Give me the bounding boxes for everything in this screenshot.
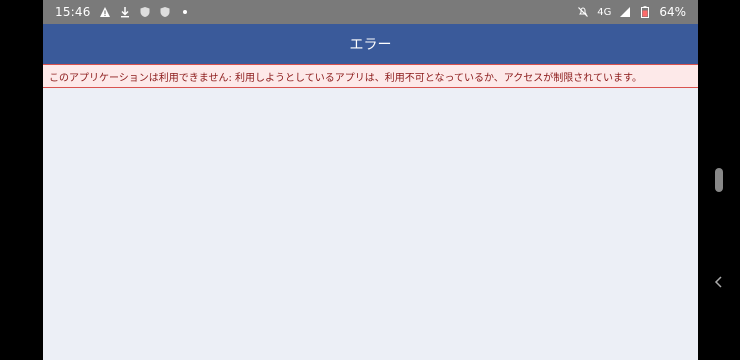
back-chevron-icon[interactable] xyxy=(712,274,726,288)
error-message: このアプリケーションは利用できません: 利用しようとしているアプリは、利用不可と… xyxy=(49,72,642,84)
warning-icon xyxy=(99,6,111,18)
app-window: エラー このアプリケーションは利用できません: 利用しようとしているアプリは、利… xyxy=(43,24,698,360)
battery-icon xyxy=(639,6,651,18)
battery-percent: 64% xyxy=(659,5,686,19)
status-right: 4G 64% xyxy=(577,5,686,19)
error-banner: このアプリケーションは利用できません: 利用しようとしているアプリは、利用不可と… xyxy=(43,64,698,88)
scroll-handle[interactable] xyxy=(715,168,723,192)
status-time: 15:46 xyxy=(55,5,91,19)
status-bar: 15:46 4G 64% xyxy=(43,0,698,24)
shield-icon xyxy=(159,6,171,18)
dot-icon xyxy=(179,6,191,18)
page-title: エラー xyxy=(349,37,392,53)
app-header: エラー xyxy=(43,24,698,64)
mute-icon xyxy=(577,6,589,18)
network-type: 4G xyxy=(597,6,612,18)
signal-icon xyxy=(619,6,631,18)
shield-icon xyxy=(139,6,151,18)
download-icon xyxy=(119,6,131,18)
status-left: 15:46 xyxy=(55,5,191,19)
